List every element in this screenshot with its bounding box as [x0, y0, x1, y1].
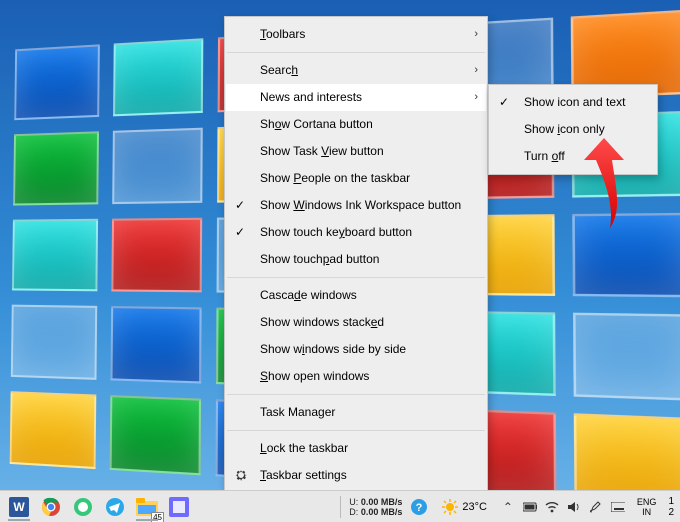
taskbar-chrome-icon[interactable]	[36, 493, 66, 521]
badge: 45	[151, 512, 164, 522]
taskbar-word-icon[interactable]: W	[4, 493, 34, 521]
sun-icon	[442, 499, 458, 515]
menu-separator	[227, 430, 485, 431]
menu-item-label: Show People on the taskbar	[260, 171, 410, 185]
weather-temp: 23°C	[462, 501, 487, 513]
taskbar-app2-icon[interactable]	[164, 493, 194, 521]
menu-item-label: Show Cortana button	[260, 117, 373, 131]
news-interests-submenu[interactable]: ✓ Show icon and text Show icon only Turn of…	[488, 84, 658, 175]
menu-item-label: Show Windows Ink Workspace button	[260, 198, 461, 212]
sub-item-turn-off[interactable]: Turn off	[490, 143, 656, 170]
tray-pen-icon[interactable]	[589, 500, 603, 514]
chevron-right-icon: ›	[474, 84, 478, 111]
svg-text:W: W	[13, 500, 25, 514]
taskbar-telegram-icon[interactable]	[100, 493, 130, 521]
menu-item-label: News and interests	[260, 90, 362, 104]
system-tray[interactable]: ⌃	[495, 500, 631, 514]
menu-item-label: Show touchpad button	[260, 252, 379, 266]
menu-item-label: Lock the taskbar	[260, 441, 348, 455]
tray-volume-icon[interactable]	[567, 500, 581, 514]
ctx-item-toolbars[interactable]: Toolbars ›	[226, 21, 486, 48]
check-icon: ✓	[235, 192, 245, 219]
tray-keyboard-icon[interactable]	[611, 500, 625, 514]
menu-item-label: Toolbars	[260, 27, 305, 41]
taskbar-explorer-icon[interactable]: 45	[132, 493, 162, 521]
tray-wifi-icon[interactable]	[545, 500, 559, 514]
ctx-item-show-windows-side-by-side[interactable]: Show windows side by side	[226, 336, 486, 363]
ctx-item-show-windows-stacked[interactable]: Show windows stacked	[226, 309, 486, 336]
menu-separator	[227, 394, 485, 395]
menu-item-label: Show windows stacked	[260, 315, 384, 329]
check-icon: ✓	[235, 219, 245, 246]
ctx-item-news-and-interests[interactable]: News and interests ›	[226, 84, 486, 111]
menu-item-label: Show icon and text	[524, 95, 625, 109]
sub-item-show-icon-only[interactable]: Show icon only	[490, 116, 656, 143]
netspeed-widget[interactable]: U: 0.00 MB/s D: 0.00 MB/s	[347, 497, 404, 517]
svg-text:?: ?	[416, 502, 423, 514]
ctx-item-taskbar-settings[interactable]: Taskbar settings	[226, 462, 486, 489]
sub-item-show-icon-and-text[interactable]: ✓ Show icon and text	[490, 89, 656, 116]
taskbar-context-menu[interactable]: Toolbars › Search › News and interests › Show …	[224, 16, 488, 494]
ctx-item-search[interactable]: Search ›	[226, 57, 486, 84]
taskbar-app1-icon[interactable]	[68, 493, 98, 521]
ctx-item-show-people-on-the-taskbar[interactable]: Show People on the taskbar	[226, 165, 486, 192]
ctx-item-show-windows-ink-workspace-button[interactable]: ✓ Show Windows Ink Workspace button	[226, 192, 486, 219]
tray-chevron-up-icon[interactable]: ⌃	[501, 500, 515, 514]
ctx-item-show-open-windows[interactable]: Show open windows	[226, 363, 486, 390]
divider	[340, 496, 341, 518]
menu-item-label: Show icon only	[524, 122, 605, 136]
ctx-item-cascade-windows[interactable]: Cascade windows	[226, 282, 486, 309]
clock[interactable]: 1 2	[662, 496, 680, 518]
menu-item-label: Show windows side by side	[260, 342, 406, 356]
menu-item-label: Search	[260, 63, 298, 77]
menu-item-label: Show touch keyboard button	[260, 225, 412, 239]
ctx-item-show-cortana-button[interactable]: Show Cortana button	[226, 111, 486, 138]
taskbar[interactable]: W 45 U: 0.00 MB/s D: 0.00 MB/s ? 23°C ⌃	[0, 490, 680, 522]
chevron-right-icon: ›	[474, 57, 478, 84]
chevron-right-icon: ›	[474, 21, 478, 48]
menu-item-label: Taskbar settings	[260, 468, 347, 482]
menu-item-label: Show Task View button	[260, 144, 384, 158]
menu-item-label: Task Manager	[260, 405, 335, 419]
ctx-item-show-task-view-button[interactable]: Show Task View button	[226, 138, 486, 165]
check-icon: ✓	[499, 89, 509, 116]
taskbar-help-icon[interactable]: ?	[404, 493, 434, 521]
menu-item-label: Turn off	[524, 149, 565, 163]
ctx-item-task-manager[interactable]: Task Manager	[226, 399, 486, 426]
ctx-item-lock-the-taskbar[interactable]: Lock the taskbar	[226, 435, 486, 462]
menu-separator	[227, 52, 485, 53]
gear-icon	[234, 468, 248, 482]
ctx-item-show-touchpad-button[interactable]: Show touchpad button	[226, 246, 486, 273]
ctx-item-show-touch-keyboard-button[interactable]: ✓ Show touch keyboard button	[226, 219, 486, 246]
menu-separator	[227, 277, 485, 278]
tray-battery-icon[interactable]	[523, 500, 537, 514]
language-indicator[interactable]: ENG IN	[631, 497, 663, 517]
menu-item-label: Cascade windows	[260, 288, 357, 302]
weather-widget[interactable]: 23°C	[434, 499, 495, 515]
taskbar-pinned-apps: W 45	[0, 493, 194, 521]
menu-item-label: Show open windows	[260, 369, 369, 383]
